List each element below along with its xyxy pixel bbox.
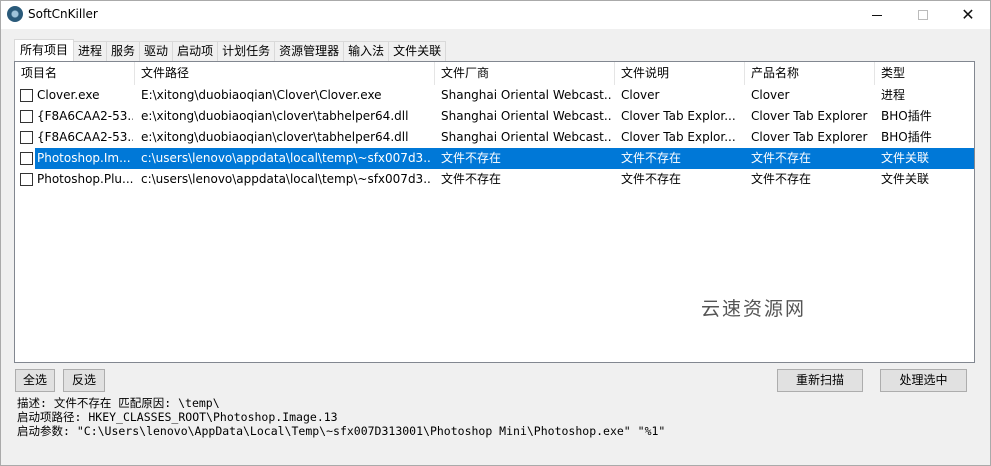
cell-path: c:\users\lenovo\appdata\local\temp\~sfx0… bbox=[141, 151, 431, 165]
app-icon bbox=[7, 6, 23, 22]
cell-path: e:\xitong\duobiaoqian\clover\tabhelper64… bbox=[141, 130, 409, 144]
cell-name: {F8A6CAA2-53... bbox=[37, 130, 133, 144]
maximize-button[interactable] bbox=[900, 1, 946, 29]
table-row[interactable]: {F8A6CAA2-53... e:\xitong\duobiaoqian\cl… bbox=[15, 127, 974, 148]
cell-name: {F8A6CAA2-53... bbox=[37, 109, 133, 123]
column-header-product[interactable]: 产品名称 bbox=[745, 62, 875, 85]
cell-description: 文件不存在 bbox=[621, 151, 682, 165]
startup-args-line: 启动参数: "C:\Users\lenovo\AppData\Local\Tem… bbox=[17, 424, 666, 438]
cell-name: Clover.exe bbox=[37, 88, 100, 102]
cell-product: Clover bbox=[751, 88, 790, 102]
minimize-icon bbox=[872, 14, 882, 16]
column-header-description[interactable]: 文件说明 bbox=[615, 62, 745, 85]
cell-description: Clover Tab Explor... bbox=[621, 109, 736, 123]
minimize-button[interactable] bbox=[854, 1, 900, 29]
table-row-selected[interactable]: Photoshop.Im... c:\users\lenovo\appdata\… bbox=[15, 148, 974, 169]
cell-vendor: 文件不存在 bbox=[441, 172, 502, 186]
tab-file-association[interactable]: 文件关联 bbox=[388, 41, 447, 62]
table-row[interactable]: {F8A6CAA2-53... e:\xitong\duobiaoqian\cl… bbox=[15, 106, 974, 127]
column-header-vendor[interactable]: 文件厂商 bbox=[435, 62, 615, 85]
tab-services[interactable]: 服务 bbox=[106, 41, 141, 62]
window-title: SoftCnKiller bbox=[28, 7, 98, 21]
tab-processes[interactable]: 进程 bbox=[73, 41, 108, 62]
cell-path: c:\users\lenovo\appdata\local\temp\~sfx0… bbox=[141, 172, 431, 186]
row-checkbox[interactable] bbox=[20, 152, 33, 165]
main-window: SoftCnKiller ✕ 所有项目 进程 服务 驱动 启动项 计划任务 资源… bbox=[0, 0, 991, 466]
process-selected-button[interactable]: 处理选中 bbox=[880, 369, 967, 392]
close-button[interactable]: ✕ bbox=[945, 1, 991, 29]
cell-vendor: Shanghai Oriental Webcast... bbox=[441, 88, 611, 102]
row-checkbox[interactable] bbox=[20, 131, 33, 144]
cell-type: 文件关联 bbox=[881, 172, 930, 186]
maximize-icon bbox=[918, 10, 928, 20]
items-list[interactable]: 项目名 文件路径 文件厂商 文件说明 产品名称 类型 Clover.exe E:… bbox=[14, 61, 975, 363]
table-row[interactable]: Photoshop.Plu... c:\users\lenovo\appdata… bbox=[15, 169, 974, 190]
cell-description: Clover Tab Explor... bbox=[621, 130, 736, 144]
column-header-name[interactable]: 项目名 bbox=[15, 62, 135, 85]
table-row[interactable]: Clover.exe E:\xitong\duobiaoqian\Clover\… bbox=[15, 85, 974, 106]
tab-startup[interactable]: 启动项 bbox=[172, 41, 219, 62]
tab-scheduled-tasks[interactable]: 计划任务 bbox=[217, 41, 276, 62]
cell-product: Clover Tab Explorer bbox=[751, 130, 868, 144]
row-checkbox[interactable] bbox=[20, 173, 33, 186]
cell-type: BHO插件 bbox=[881, 130, 932, 144]
column-header-type[interactable]: 类型 bbox=[875, 62, 974, 85]
cell-type: 进程 bbox=[881, 88, 906, 102]
cell-product: 文件不存在 bbox=[751, 151, 812, 165]
tab-input-method[interactable]: 输入法 bbox=[343, 41, 390, 62]
row-checkbox[interactable] bbox=[20, 89, 33, 102]
cell-path: e:\xitong\duobiaoqian\clover\tabhelper64… bbox=[141, 109, 409, 123]
row-checkbox[interactable] bbox=[20, 110, 33, 123]
tab-bar: 所有项目 进程 服务 驱动 启动项 计划任务 资源管理器 输入法 文件关联 bbox=[14, 39, 447, 62]
cell-description: 文件不存在 bbox=[621, 172, 682, 186]
rescan-button[interactable]: 重新扫描 bbox=[777, 369, 863, 392]
close-icon: ✕ bbox=[961, 5, 975, 24]
cell-vendor: Shanghai Oriental Webcast... bbox=[441, 109, 611, 123]
cell-path: E:\xitong\duobiaoqian\Clover\Clover.exe bbox=[141, 88, 382, 102]
tab-drivers[interactable]: 驱动 bbox=[139, 41, 174, 62]
cell-type: BHO插件 bbox=[881, 109, 932, 123]
title-bar[interactable]: SoftCnKiller ✕ bbox=[1, 1, 990, 29]
watermark-text: 云速资源网 bbox=[701, 298, 807, 320]
cell-name: Photoshop.Plu... bbox=[37, 172, 133, 186]
cell-description: Clover bbox=[621, 88, 660, 102]
cell-type: 文件关联 bbox=[881, 151, 930, 165]
cell-name: Photoshop.Im... bbox=[37, 151, 131, 165]
invert-selection-button[interactable]: 反选 bbox=[63, 369, 105, 392]
column-header-path[interactable]: 文件路径 bbox=[135, 62, 435, 85]
cell-product: Clover Tab Explorer bbox=[751, 109, 868, 123]
cell-vendor: Shanghai Oriental Webcast... bbox=[441, 130, 611, 144]
select-all-button[interactable]: 全选 bbox=[15, 369, 55, 392]
cell-product: 文件不存在 bbox=[751, 172, 812, 186]
tab-all-items[interactable]: 所有项目 bbox=[14, 39, 75, 61]
tab-explorer[interactable]: 资源管理器 bbox=[274, 41, 345, 62]
list-header: 项目名 文件路径 文件厂商 文件说明 产品名称 类型 bbox=[15, 62, 974, 85]
cell-vendor: 文件不存在 bbox=[441, 151, 502, 165]
